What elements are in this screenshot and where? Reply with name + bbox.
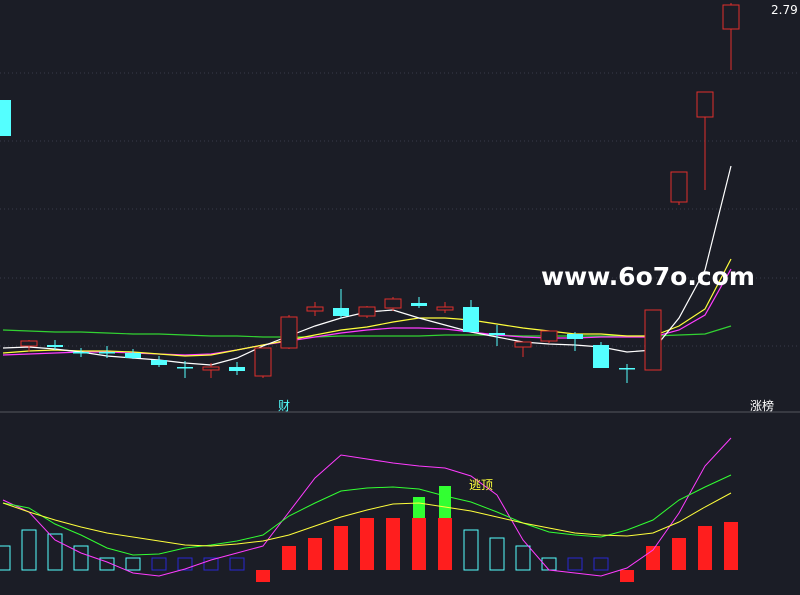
candle-body-2: [47, 345, 63, 347]
ind-bar-11: [282, 546, 296, 570]
candle-body-0: [0, 100, 11, 136]
candle-body-3: [73, 352, 89, 354]
candle-body-21: [540, 330, 558, 342]
ind-bar-16: [412, 518, 426, 570]
candle-body-19: [489, 333, 505, 335]
ind-bar-12: [308, 538, 322, 570]
candle-body-26: [670, 171, 688, 203]
ind-bar-10: [256, 570, 270, 582]
candle-body-24: [619, 368, 635, 370]
ind-bar-14: [360, 518, 374, 570]
ind-bar-24: [620, 570, 634, 582]
zhangting-label: 涨榜: [750, 398, 774, 413]
ind-bar-15: [386, 518, 400, 570]
candle-body-25: [644, 309, 662, 371]
candle-body-11: [280, 316, 298, 349]
candle-body-17: [436, 306, 454, 311]
chart-background: [0, 0, 800, 595]
candle-body-13: [333, 308, 349, 316]
ind-bar-17: [438, 518, 452, 570]
candle-body-14: [358, 306, 376, 317]
candle-body-7: [177, 367, 193, 369]
ind-bar-28: [724, 522, 738, 570]
candle-body-16: [411, 303, 427, 306]
stock-chart: 2.79 财 涨榜 逃顶 www.6o7o.com: [0, 0, 800, 595]
candle-body-20: [514, 341, 532, 348]
candle-body-1: [20, 340, 38, 347]
candle-body-22: [567, 334, 583, 339]
candle-10: [254, 347, 272, 378]
candle-body-28: [722, 4, 740, 30]
candle-0: [0, 100, 11, 136]
candle-11: [280, 315, 298, 349]
ind-green-16: [413, 497, 425, 518]
ind-green-17: [439, 486, 451, 518]
candle-25: [644, 309, 662, 371]
candle-21: [540, 330, 558, 343]
candle-body-4: [99, 352, 115, 354]
candle-body-18: [463, 307, 479, 332]
candle-23: [593, 342, 609, 368]
candle-body-8: [202, 366, 220, 371]
candle-body-15: [384, 298, 402, 309]
taoding-label: 逃顶: [469, 478, 493, 492]
candle-14: [358, 306, 376, 318]
price-max-label: 2.79: [771, 3, 798, 17]
candle-26: [670, 171, 688, 205]
ind-bar-26: [672, 538, 686, 570]
candle-body-27: [696, 91, 714, 118]
ind-bar-27: [698, 526, 712, 570]
candle-body-9: [229, 367, 245, 371]
ind-bar-13: [334, 526, 348, 570]
candle-body-10: [254, 347, 272, 377]
candle-body-6: [151, 360, 167, 365]
watermark: www.6o7o.com: [541, 262, 755, 291]
cai-label: 财: [278, 399, 290, 413]
candle-body-23: [593, 345, 609, 368]
candle-body-5: [125, 353, 141, 358]
candle-body-12: [306, 306, 324, 312]
